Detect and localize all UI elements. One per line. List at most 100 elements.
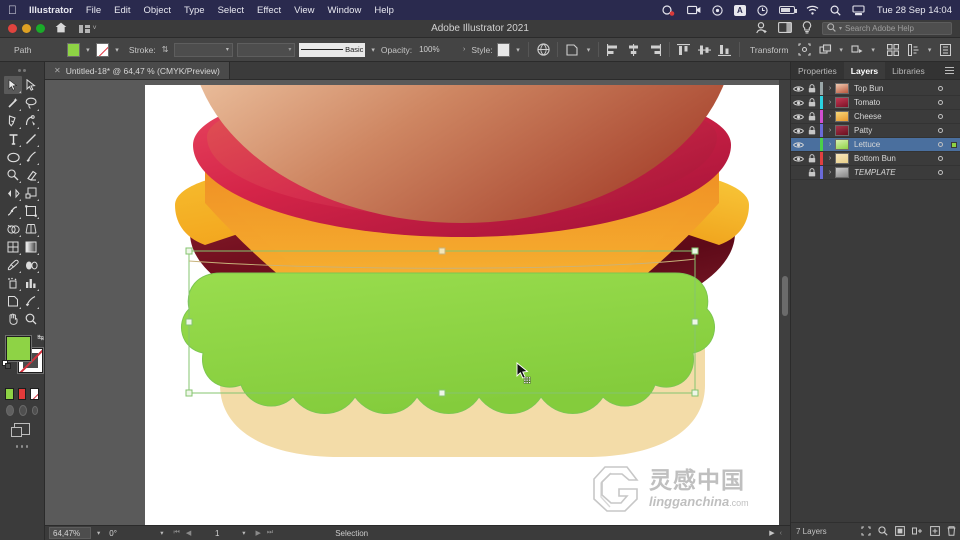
- line-segment-tool[interactable]: [22, 130, 40, 148]
- delete-selection-icon[interactable]: [947, 525, 956, 538]
- align-top-icon[interactable]: [676, 41, 692, 58]
- wifi-icon[interactable]: [806, 5, 819, 15]
- zoom-level-field[interactable]: 64,47%: [49, 527, 91, 539]
- create-new-sublayer-icon[interactable]: [912, 526, 923, 538]
- zoom-chevron-down-icon[interactable]: ▾: [94, 529, 103, 537]
- rotation-field[interactable]: 0°: [106, 527, 154, 539]
- layer-expand-arrow-icon[interactable]: ›: [825, 85, 835, 92]
- layer-name[interactable]: Tomato: [854, 98, 932, 107]
- draw-normal[interactable]: [6, 405, 14, 416]
- stroke-weight-field[interactable]: ▾: [174, 42, 233, 57]
- control-center-icon[interactable]: [712, 4, 723, 16]
- draw-behind[interactable]: [18, 405, 27, 416]
- lightbulb-tips-icon[interactable]: [802, 21, 812, 36]
- layer-target-circle[interactable]: [932, 170, 948, 175]
- layer-row[interactable]: › Patty: [791, 124, 960, 138]
- eraser-tool[interactable]: [22, 166, 40, 184]
- layer-name[interactable]: Bottom Bun: [854, 154, 932, 163]
- prev-artboard-icon[interactable]: ◀: [186, 529, 191, 537]
- gradient-mode[interactable]: [17, 388, 27, 400]
- mesh-tool[interactable]: [4, 238, 22, 256]
- stroke-color-swatch[interactable]: [95, 42, 110, 57]
- menu-item-object[interactable]: Object: [144, 5, 171, 16]
- layer-target-circle[interactable]: [932, 156, 948, 161]
- layer-expand-arrow-icon[interactable]: ›: [825, 169, 835, 176]
- artboard[interactable]: [145, 85, 779, 525]
- style-chevron-down-icon[interactable]: ▾: [514, 46, 522, 54]
- toolbar-drag-handle[interactable]: [0, 66, 44, 74]
- layer-row[interactable]: › Cheese: [791, 110, 960, 124]
- menu-item-select[interactable]: Select: [218, 5, 244, 16]
- tab-layers[interactable]: Layers: [843, 62, 886, 79]
- hand-tool[interactable]: [4, 310, 22, 328]
- document-setup-icon[interactable]: [905, 41, 921, 58]
- share-user-icon[interactable]: [755, 21, 768, 36]
- scale-tool[interactable]: [22, 184, 40, 202]
- color-mode-fill[interactable]: [5, 388, 14, 400]
- menu-item-help[interactable]: Help: [374, 5, 394, 16]
- stroke-profile-field[interactable]: ▾: [236, 42, 296, 57]
- artboard-tool[interactable]: [4, 292, 22, 310]
- menu-app-name[interactable]: Illustrator: [29, 5, 73, 16]
- layer-expand-arrow-icon[interactable]: ›: [825, 141, 835, 148]
- input-source-icon[interactable]: A: [734, 4, 746, 16]
- shaper-tool[interactable]: [4, 166, 22, 184]
- layer-expand-arrow-icon[interactable]: ›: [825, 99, 835, 106]
- maximize-window-button[interactable]: [36, 24, 45, 33]
- layer-visibility-eye-icon[interactable]: [791, 127, 805, 135]
- layer-row[interactable]: › Bottom Bun: [791, 152, 960, 166]
- recolor-artwork-icon[interactable]: [535, 41, 551, 58]
- layer-row[interactable]: › Tomato: [791, 96, 960, 110]
- layer-lock-icon[interactable]: [805, 168, 818, 177]
- rotation-chevron-down-icon[interactable]: ▾: [157, 529, 166, 537]
- default-fill-stroke-icon[interactable]: [2, 360, 11, 369]
- symbol-sprayer-tool[interactable]: [4, 274, 22, 292]
- arrange-object-icon[interactable]: [817, 41, 833, 58]
- layer-visibility-eye-icon[interactable]: [791, 85, 805, 93]
- graphic-style-swatch[interactable]: [496, 42, 511, 57]
- align-center-horizontal-icon[interactable]: [626, 41, 642, 58]
- ellipse-tool[interactable]: [4, 148, 22, 166]
- artboard-chevron-down-icon[interactable]: ▾: [239, 529, 248, 537]
- panel-menu-icon[interactable]: [939, 62, 960, 79]
- canvas-vertical-scrollbar[interactable]: [779, 80, 790, 525]
- opacity-value-field[interactable]: 100%: [416, 43, 457, 57]
- search-layer-icon[interactable]: [878, 525, 888, 538]
- tab-properties[interactable]: Properties: [791, 62, 844, 79]
- layer-visibility-eye-icon[interactable]: [791, 155, 805, 163]
- fill-chevron-down-icon[interactable]: ▾: [84, 46, 92, 54]
- layer-selection-square[interactable]: [948, 141, 960, 148]
- status-menu-icon[interactable]: ▶: [769, 529, 774, 537]
- slice-tool[interactable]: [22, 292, 40, 310]
- layer-visibility-eye-icon[interactable]: [791, 113, 805, 121]
- video-icon[interactable]: [687, 5, 701, 15]
- layer-target-circle[interactable]: [932, 100, 948, 105]
- apple-icon[interactable]: : [8, 4, 17, 16]
- layer-visibility-eye-icon[interactable]: [791, 99, 805, 107]
- stroke-weight-stepper[interactable]: ⇅: [162, 45, 169, 54]
- change-screen-mode-icon[interactable]: [0, 416, 44, 437]
- direct-selection-tool[interactable]: [22, 76, 40, 94]
- fill-color-swatch[interactable]: [66, 42, 81, 57]
- blend-tool[interactable]: [22, 256, 40, 274]
- layer-visibility-eye-icon[interactable]: [791, 141, 805, 149]
- last-artboard-icon[interactable]: ⏭: [267, 529, 273, 537]
- preferences-icon[interactable]: [937, 41, 953, 58]
- layer-lock-icon[interactable]: [805, 154, 818, 163]
- docsetup-chevron-down-icon[interactable]: ▾: [926, 46, 934, 54]
- swap-fill-stroke-icon[interactable]: ↹: [37, 333, 44, 342]
- menu-item-view[interactable]: View: [294, 5, 314, 16]
- layer-name[interactable]: Patty: [854, 126, 932, 135]
- perspective-grid-tool[interactable]: [22, 220, 40, 238]
- battery-icon[interactable]: [778, 6, 797, 14]
- create-new-layer-icon[interactable]: [930, 525, 940, 538]
- layer-lock-icon[interactable]: [805, 98, 818, 107]
- next-artboard-icon[interactable]: ▶: [256, 529, 261, 537]
- stroke-chevron-down-icon[interactable]: ▾: [113, 46, 121, 54]
- rotate-tool[interactable]: [4, 184, 22, 202]
- layer-lock-icon[interactable]: [805, 126, 818, 135]
- menu-item-edit[interactable]: Edit: [114, 5, 130, 16]
- select-similar-chevron-down-icon[interactable]: ▾: [869, 46, 877, 54]
- artboard-number-field[interactable]: 1: [198, 527, 236, 539]
- spotlight-search-icon[interactable]: [830, 4, 841, 16]
